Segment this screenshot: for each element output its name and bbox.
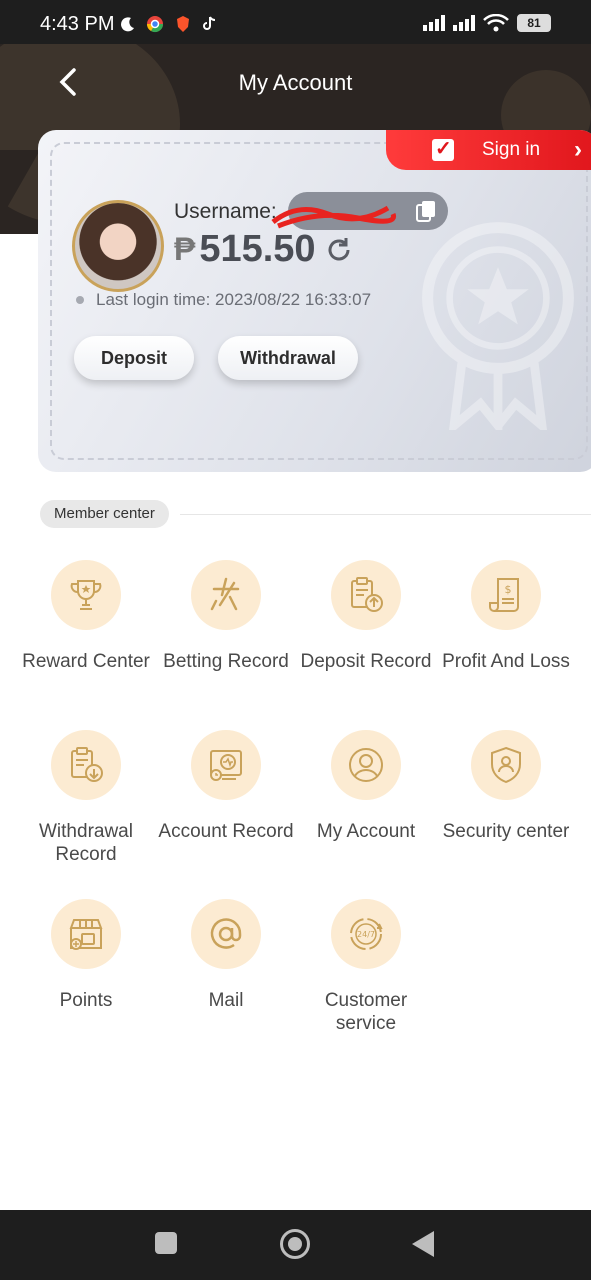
- grid-item-label: My Account: [316, 821, 416, 842]
- wifi-icon: [483, 14, 509, 32]
- dot-icon: [76, 296, 84, 304]
- grid-item-mail[interactable]: Mail: [153, 899, 299, 1012]
- balance-amount: 515.50: [199, 228, 316, 270]
- medal-watermark-icon: [422, 222, 574, 430]
- svg-text:24/7: 24/7: [357, 930, 375, 939]
- grid-item-betting-record[interactable]: Betting Record: [153, 560, 299, 673]
- status-bar: 4:43 PM 81: [0, 0, 591, 44]
- divider: [180, 514, 591, 515]
- grid-item-label: Withdrawal Record: [39, 821, 133, 865]
- status-time: 4:43 PM: [40, 13, 115, 35]
- account-record-icon: [210, 750, 242, 781]
- svg-text:$: $: [505, 583, 512, 596]
- username-field: [271, 192, 448, 230]
- mail-icon: [210, 918, 242, 949]
- redaction-scribble: [271, 205, 396, 229]
- grid-item-label: Security center: [442, 821, 570, 842]
- betting-icon: [210, 577, 240, 611]
- page-title: My Account: [238, 70, 353, 95]
- user-icon: [349, 748, 383, 782]
- withdrawal-button[interactable]: Withdrawal: [218, 336, 358, 380]
- account-card: Sign in › Username: ₱ 515.50 Last login …: [38, 130, 591, 472]
- battery-indicator: 81: [517, 14, 551, 32]
- back-triangle-icon[interactable]: [412, 1231, 434, 1257]
- grid-item-label: Deposit Record: [300, 651, 432, 672]
- grid-item-profit-and-loss[interactable]: $ Profit And Loss: [433, 560, 579, 673]
- grid-item-customer-service[interactable]: 24/7 Customer service: [293, 899, 439, 1035]
- copy-icon[interactable]: [416, 200, 436, 222]
- grid-item-label: Points: [59, 990, 113, 1011]
- chevron-right-icon: ›: [574, 136, 582, 163]
- deposit-button[interactable]: Deposit: [74, 336, 194, 380]
- trophy-icon: [70, 580, 102, 610]
- balance: ₱ 515.50: [174, 228, 354, 271]
- support-24-7-icon: 24/7: [350, 918, 383, 950]
- home-icon[interactable]: [280, 1229, 310, 1259]
- grid-item-label: Mail: [208, 990, 244, 1011]
- refresh-icon[interactable]: [324, 235, 354, 265]
- sign-in-label: Sign in: [482, 139, 541, 160]
- recents-icon[interactable]: [155, 1232, 177, 1254]
- system-nav-bar: [0, 1210, 591, 1280]
- last-login-text: Last login time: 2023/08/22 16:33:07: [96, 290, 372, 309]
- brave-icon: [177, 16, 189, 32]
- last-login: Last login time: 2023/08/22 16:33:07: [76, 290, 371, 310]
- shield-icon: [491, 746, 521, 784]
- currency-symbol: ₱: [174, 231, 196, 267]
- profit-loss-icon: $: [489, 578, 519, 612]
- grid-item-security-center[interactable]: Security center: [433, 730, 579, 843]
- points-icon: [69, 919, 103, 950]
- grid-item-account-record[interactable]: Account Record: [153, 730, 299, 843]
- withdrawal-record-icon: [71, 747, 103, 782]
- grid-item-label: Betting Record: [163, 651, 289, 672]
- grid-item-label: Account Record: [158, 821, 294, 842]
- grid-item-label: Profit And Loss: [442, 651, 570, 672]
- grid-item-deposit-record[interactable]: Deposit Record: [293, 560, 439, 673]
- grid-item-reward-center[interactable]: Reward Center: [13, 560, 159, 673]
- sign-in-button[interactable]: Sign in ›: [386, 130, 591, 170]
- deposit-record-icon: [351, 577, 383, 612]
- checkbox-icon: [432, 136, 454, 161]
- signal-icon: [423, 15, 445, 31]
- grid-item-label: Reward Center: [22, 651, 150, 672]
- avatar: [72, 200, 164, 292]
- grid-item-withdrawal-record[interactable]: Withdrawal Record: [13, 730, 159, 866]
- member-center-label: Member center: [40, 500, 169, 528]
- grid-item-my-account[interactable]: My Account: [293, 730, 439, 843]
- tiktok-icon: [203, 16, 216, 30]
- grid-item-points[interactable]: Points: [13, 899, 159, 1012]
- chrome-icon: [146, 16, 164, 33]
- signal-icon-2: [453, 15, 475, 31]
- moon-icon: [121, 17, 134, 32]
- username-label: Username:: [174, 200, 277, 223]
- grid-item-label: Customer service: [324, 990, 408, 1034]
